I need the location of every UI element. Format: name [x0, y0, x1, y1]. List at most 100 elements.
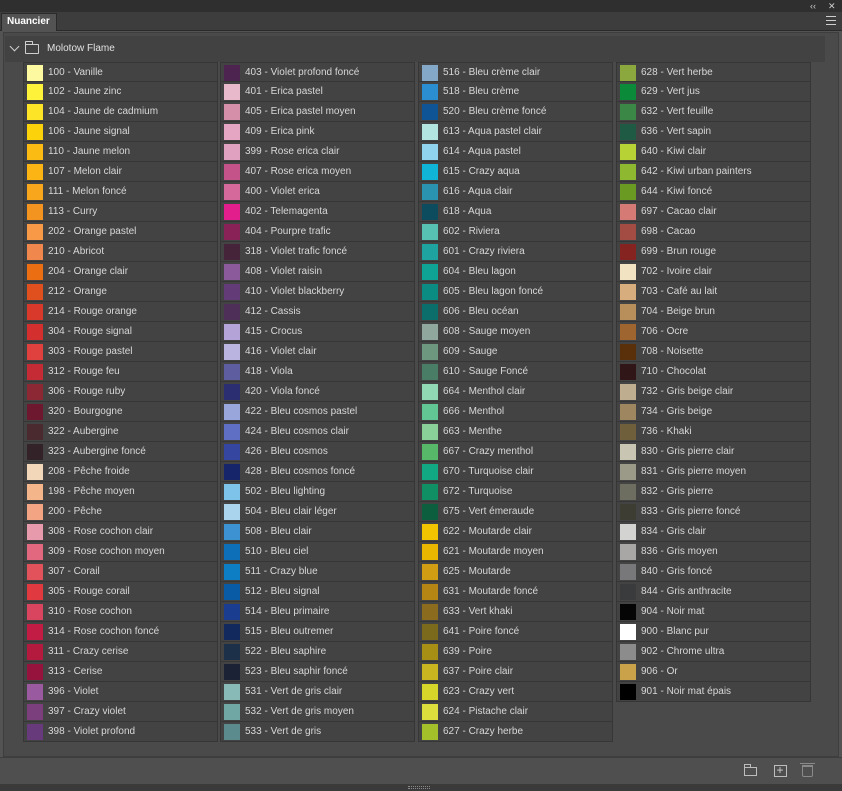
swatch-item[interactable]: 418 - Viola — [220, 362, 415, 382]
swatch-item[interactable]: 415 - Crocus — [220, 322, 415, 342]
swatch-item[interactable]: 523 - Bleu saphir foncé — [220, 662, 415, 682]
swatch-item[interactable]: 697 - Cacao clair — [616, 202, 811, 222]
swatch-item[interactable]: 214 - Rouge orange — [23, 302, 218, 322]
swatch-item[interactable]: 704 - Beige brun — [616, 302, 811, 322]
swatch-item[interactable]: 633 - Vert khaki — [418, 602, 613, 622]
swatch-item[interactable]: 204 - Orange clair — [23, 262, 218, 282]
swatch-item[interactable]: 706 - Ocre — [616, 322, 811, 342]
swatch-item[interactable]: 844 - Gris anthracite — [616, 582, 811, 602]
swatch-item[interactable]: 902 - Chrome ultra — [616, 642, 811, 662]
swatch-item[interactable]: 313 - Cerise — [23, 662, 218, 682]
swatch-item[interactable]: 426 - Bleu cosmos — [220, 442, 415, 462]
swatch-item[interactable]: 699 - Brun rouge — [616, 242, 811, 262]
swatch-item[interactable]: 624 - Pistache clair — [418, 702, 613, 722]
swatch-item[interactable]: 420 - Viola foncé — [220, 382, 415, 402]
swatch-item[interactable]: 312 - Rouge feu — [23, 362, 218, 382]
swatch-item[interactable]: 533 - Vert de gris — [220, 722, 415, 742]
swatch-item[interactable]: 623 - Crazy vert — [418, 682, 613, 702]
swatch-item[interactable]: 666 - Menthol — [418, 402, 613, 422]
swatch-item[interactable]: 113 - Curry — [23, 202, 218, 222]
swatch-item[interactable]: 202 - Orange pastel — [23, 222, 218, 242]
swatch-item[interactable]: 408 - Violet raisin — [220, 262, 415, 282]
swatch-item[interactable]: 403 - Violet profond foncé — [220, 62, 415, 82]
swatch-item[interactable]: 515 - Bleu outremer — [220, 622, 415, 642]
swatch-item[interactable]: 304 - Rouge signal — [23, 322, 218, 342]
swatch-item[interactable]: 629 - Vert jus — [616, 82, 811, 102]
swatch-item[interactable]: 675 - Vert émeraude — [418, 502, 613, 522]
swatch-item[interactable]: 309 - Rose cochon moyen — [23, 542, 218, 562]
swatch-item[interactable]: 311 - Crazy cerise — [23, 642, 218, 662]
swatch-item[interactable]: 710 - Chocolat — [616, 362, 811, 382]
swatch-item[interactable]: 212 - Orange — [23, 282, 218, 302]
swatch-item[interactable]: 832 - Gris pierre — [616, 482, 811, 502]
swatch-item[interactable]: 637 - Poire clair — [418, 662, 613, 682]
swatch-item[interactable]: 303 - Rouge pastel — [23, 342, 218, 362]
swatch-item[interactable]: 210 - Abricot — [23, 242, 218, 262]
swatch-item[interactable]: 323 - Aubergine foncé — [23, 442, 218, 462]
swatch-item[interactable]: 698 - Cacao — [616, 222, 811, 242]
swatch-item[interactable]: 608 - Sauge moyen — [418, 322, 613, 342]
swatch-item[interactable]: 106 - Jaune signal — [23, 122, 218, 142]
swatch-item[interactable]: 398 - Violet profond — [23, 722, 218, 742]
swatch-item[interactable]: 833 - Gris pierre foncé — [616, 502, 811, 522]
swatch-item[interactable]: 404 - Pourpre trafic — [220, 222, 415, 242]
swatch-item[interactable]: 318 - Violet trafic foncé — [220, 242, 415, 262]
swatch-item[interactable]: 314 - Rose cochon foncé — [23, 622, 218, 642]
swatch-item[interactable]: 320 - Bourgogne — [23, 402, 218, 422]
swatch-item[interactable]: 407 - Rose erica moyen — [220, 162, 415, 182]
trash-icon[interactable] — [800, 763, 815, 777]
swatch-item[interactable]: 510 - Bleu ciel — [220, 542, 415, 562]
swatch-item[interactable]: 508 - Bleu clair — [220, 522, 415, 542]
swatch-item[interactable]: 622 - Moutarde clair — [418, 522, 613, 542]
swatch-item[interactable]: 198 - Pêche moyen — [23, 482, 218, 502]
swatch-item[interactable]: 104 - Jaune de cadmium — [23, 102, 218, 122]
swatch-item[interactable]: 400 - Violet erica — [220, 182, 415, 202]
swatch-item[interactable]: 308 - Rose cochon clair — [23, 522, 218, 542]
swatch-item[interactable]: 422 - Bleu cosmos pastel — [220, 402, 415, 422]
swatch-item[interactable]: 621 - Moutarde moyen — [418, 542, 613, 562]
swatch-item[interactable]: 639 - Poire — [418, 642, 613, 662]
swatch-item[interactable]: 409 - Erica pink — [220, 122, 415, 142]
swatch-item[interactable]: 512 - Bleu signal — [220, 582, 415, 602]
new-swatch-icon[interactable] — [774, 763, 787, 777]
swatch-item[interactable]: 100 - Vanille — [23, 62, 218, 82]
hamburger-menu-icon[interactable] — [826, 16, 836, 26]
swatch-group-header[interactable]: Molotow Flame — [5, 36, 825, 62]
swatch-item[interactable]: 410 - Violet blackberry — [220, 282, 415, 302]
swatch-item[interactable]: 614 - Aqua pastel — [418, 142, 613, 162]
swatch-item[interactable]: 900 - Blanc pur — [616, 622, 811, 642]
swatch-item[interactable]: 502 - Bleu lighting — [220, 482, 415, 502]
swatch-item[interactable]: 605 - Bleu lagon foncé — [418, 282, 613, 302]
swatch-item[interactable]: 532 - Vert de gris moyen — [220, 702, 415, 722]
swatch-item[interactable]: 664 - Menthol clair — [418, 382, 613, 402]
swatch-item[interactable]: 397 - Crazy violet — [23, 702, 218, 722]
swatch-item[interactable]: 901 - Noir mat épais — [616, 682, 811, 702]
swatch-item[interactable]: 641 - Poire foncé — [418, 622, 613, 642]
swatch-item[interactable]: 428 - Bleu cosmos foncé — [220, 462, 415, 482]
swatch-item[interactable]: 834 - Gris clair — [616, 522, 811, 542]
swatch-item[interactable]: 831 - Gris pierre moyen — [616, 462, 811, 482]
swatch-item[interactable]: 522 - Bleu saphire — [220, 642, 415, 662]
swatch-item[interactable]: 627 - Crazy herbe — [418, 722, 613, 742]
swatch-item[interactable]: 613 - Aqua pastel clair — [418, 122, 613, 142]
swatch-item[interactable]: 708 - Noisette — [616, 342, 811, 362]
swatch-item[interactable]: 604 - Bleu lagon — [418, 262, 613, 282]
swatch-item[interactable]: 631 - Moutarde foncé — [418, 582, 613, 602]
swatch-item[interactable]: 830 - Gris pierre clair — [616, 442, 811, 462]
swatch-item[interactable]: 107 - Melon clair — [23, 162, 218, 182]
swatch-item[interactable]: 610 - Sauge Foncé — [418, 362, 613, 382]
swatch-item[interactable]: 667 - Crazy menthol — [418, 442, 613, 462]
swatch-item[interactable]: 702 - Ivoire clair — [616, 262, 811, 282]
swatch-item[interactable]: 906 - Or — [616, 662, 811, 682]
swatch-item[interactable]: 840 - Gris foncé — [616, 562, 811, 582]
swatch-item[interactable]: 640 - Kiwi clair — [616, 142, 811, 162]
swatch-item[interactable]: 672 - Turquoise — [418, 482, 613, 502]
swatch-item[interactable]: 424 - Bleu cosmos clair — [220, 422, 415, 442]
swatch-item[interactable]: 616 - Aqua clair — [418, 182, 613, 202]
swatch-item[interactable]: 110 - Jaune melon — [23, 142, 218, 162]
swatch-item[interactable]: 618 - Aqua — [418, 202, 613, 222]
swatch-item[interactable]: 636 - Vert sapin — [616, 122, 811, 142]
swatch-item[interactable]: 516 - Bleu crème clair — [418, 62, 613, 82]
swatch-item[interactable]: 111 - Melon foncé — [23, 182, 218, 202]
resize-handle[interactable] — [0, 784, 842, 791]
